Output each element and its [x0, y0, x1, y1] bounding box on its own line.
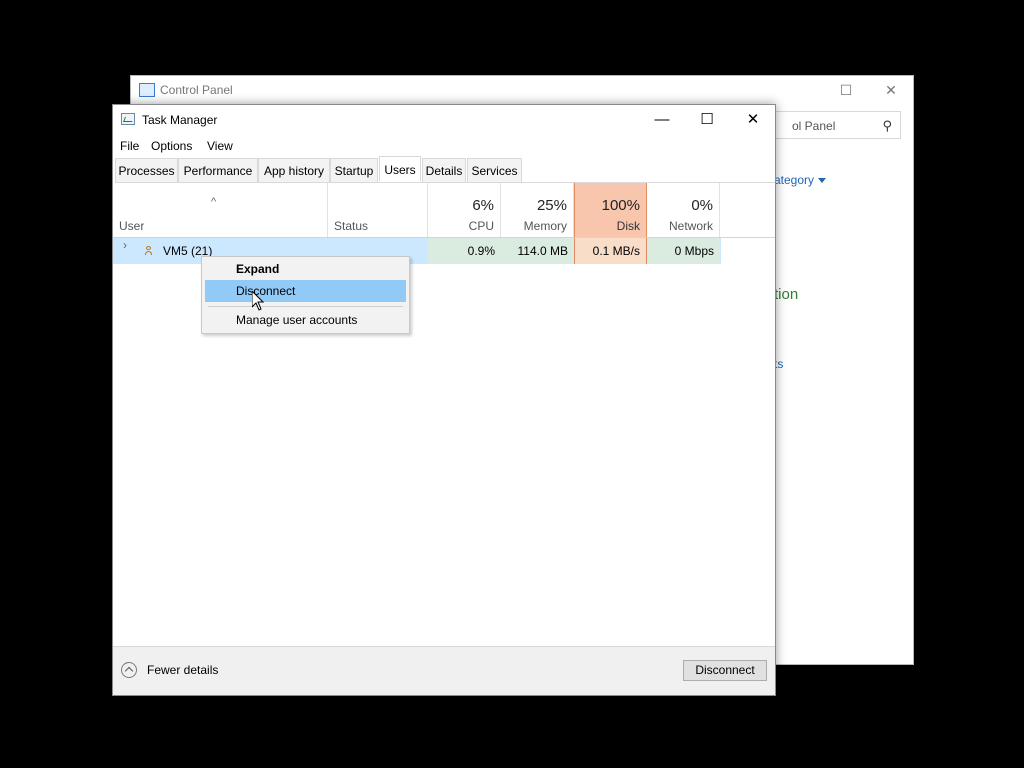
- tab-details[interactable]: Details: [422, 158, 466, 182]
- tab-processes[interactable]: Processes: [115, 158, 178, 182]
- tab-startup[interactable]: Startup: [330, 158, 378, 182]
- row-network: 0 Mbps: [647, 238, 720, 264]
- column-status[interactable]: Status: [328, 183, 428, 237]
- search-icon[interactable]: ⚲: [882, 118, 892, 134]
- footer-bar: Fewer details Disconnect: [113, 646, 775, 695]
- tab-app-history[interactable]: App history: [258, 158, 330, 182]
- task-manager-window: Task Manager — ☐ ✕ File Options View Pro…: [112, 104, 776, 696]
- close-button[interactable]: ✕: [730, 105, 776, 135]
- context-menu-manage-accounts[interactable]: Manage user accounts: [205, 309, 406, 331]
- cpu-label: CPU: [468, 219, 494, 233]
- column-network[interactable]: 0% Network: [647, 183, 720, 237]
- context-menu: Expand Disconnect Manage user accounts: [201, 256, 410, 334]
- column-status-label: Status: [334, 219, 369, 233]
- column-user-label: User: [119, 219, 145, 233]
- task-manager-titlebar[interactable]: Task Manager — ☐ ✕: [113, 105, 775, 135]
- network-label: Network: [668, 219, 713, 233]
- menu-view[interactable]: View: [207, 139, 233, 153]
- cpu-percent: 6%: [472, 197, 494, 214]
- control-panel-title: Control Panel: [160, 83, 233, 97]
- cp-section-heading[interactable]: tion: [774, 286, 798, 303]
- network-percent: 0%: [691, 197, 713, 214]
- context-menu-disconnect[interactable]: Disconnect: [205, 280, 406, 302]
- cp-category-text: ategory: [774, 173, 815, 187]
- fewer-details-link[interactable]: Fewer details: [147, 663, 218, 677]
- task-manager-title: Task Manager: [142, 113, 218, 127]
- memory-label: Memory: [523, 219, 567, 233]
- cp-view-by-category-link[interactable]: ategory: [774, 173, 827, 187]
- tab-users[interactable]: Users: [379, 156, 421, 181]
- cp-search-placeholder: ol Panel: [792, 119, 836, 133]
- task-manager-icon: [121, 113, 135, 125]
- row-cpu: 0.9%: [428, 238, 501, 264]
- column-cpu[interactable]: 6% CPU: [428, 183, 501, 237]
- menu-file[interactable]: File: [120, 139, 139, 153]
- disk-percent: 100%: [601, 197, 640, 214]
- disk-label: Disk: [616, 219, 640, 233]
- disconnect-button[interactable]: Disconnect: [683, 660, 767, 681]
- context-menu-expand[interactable]: Expand: [205, 258, 406, 280]
- cp-maximize-button[interactable]: ☐: [835, 80, 857, 100]
- fewer-details-icon[interactable]: [121, 662, 137, 678]
- user-icon: [145, 246, 152, 255]
- minimize-button[interactable]: —: [639, 105, 685, 135]
- control-panel-icon: [139, 83, 155, 97]
- context-menu-separator: [208, 306, 403, 307]
- tab-services[interactable]: Services: [467, 158, 522, 182]
- maximize-button[interactable]: ☐: [684, 105, 730, 135]
- row-memory: 114.0 MB: [501, 238, 574, 264]
- row-disk: 0.1 MB/s: [574, 238, 647, 264]
- column-disk[interactable]: 100% Disk: [574, 183, 647, 237]
- column-headers: ^ User Status 6% CPU 25% Memory 100% Dis…: [113, 183, 775, 238]
- sort-caret-icon: ^: [211, 196, 217, 208]
- chevron-down-icon: [818, 178, 827, 184]
- tab-performance[interactable]: Performance: [178, 158, 258, 182]
- mouse-cursor-icon: [252, 291, 264, 311]
- menu-bar: File Options View: [113, 135, 775, 157]
- column-memory[interactable]: 25% Memory: [501, 183, 574, 237]
- memory-percent: 25%: [536, 197, 567, 214]
- column-user[interactable]: ^ User: [113, 183, 328, 237]
- menu-options[interactable]: Options: [151, 139, 192, 153]
- cp-close-button[interactable]: ✕: [880, 80, 902, 100]
- control-panel-titlebar[interactable]: Control Panel ☐ ✕: [131, 76, 913, 104]
- chevron-right-icon[interactable]: ›: [123, 238, 127, 252]
- tab-bar: Processes Performance App history Startu…: [115, 156, 775, 183]
